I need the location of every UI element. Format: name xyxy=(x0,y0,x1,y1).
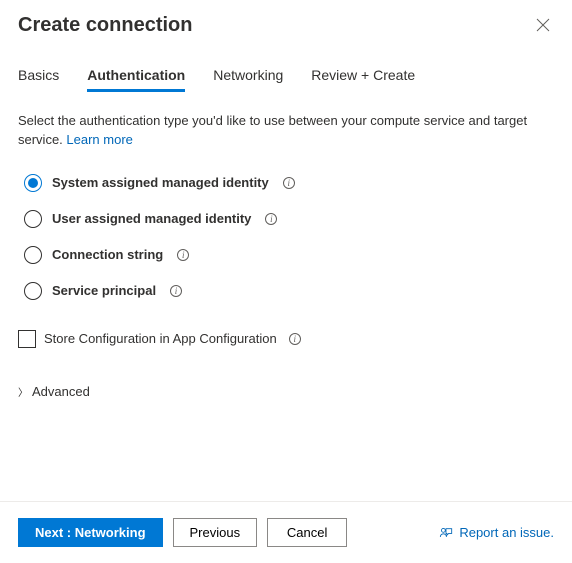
checkbox-label: Store Configuration in App Configuration xyxy=(44,331,277,346)
close-icon xyxy=(536,18,550,32)
learn-more-link[interactable]: Learn more xyxy=(66,132,132,147)
radio-indicator xyxy=(24,174,42,192)
cancel-button[interactable]: Cancel xyxy=(267,518,347,547)
tabs-nav: Basics Authentication Networking Review … xyxy=(18,67,554,92)
radio-label: System assigned managed identity xyxy=(52,175,269,190)
radio-label: Connection string xyxy=(52,247,163,262)
info-icon[interactable]: i xyxy=(289,333,301,345)
report-issue-text: Report an issue. xyxy=(459,525,554,540)
tab-basics[interactable]: Basics xyxy=(18,67,59,92)
tab-review-create[interactable]: Review + Create xyxy=(311,67,415,92)
radio-service-principal[interactable]: Service principal i xyxy=(24,282,554,300)
radio-system-assigned[interactable]: System assigned managed identity i xyxy=(24,174,554,192)
radio-indicator xyxy=(24,246,42,264)
radio-label: Service principal xyxy=(52,283,156,298)
create-connection-panel: Create connection Basics Authentication … xyxy=(0,0,572,563)
auth-description: Select the authentication type you'd lik… xyxy=(18,112,554,150)
tab-networking[interactable]: Networking xyxy=(213,67,283,92)
panel-footer: Next : Networking Previous Cancel Report… xyxy=(18,502,554,563)
advanced-label: Advanced xyxy=(32,384,90,399)
radio-indicator xyxy=(24,210,42,228)
info-icon[interactable]: i xyxy=(265,213,277,225)
info-icon[interactable]: i xyxy=(283,177,295,189)
next-button[interactable]: Next : Networking xyxy=(18,518,163,547)
chevron-right-icon: 〉 xyxy=(18,384,28,399)
panel-title: Create connection xyxy=(18,14,192,37)
info-icon[interactable]: i xyxy=(170,285,182,297)
report-issue-link[interactable]: Report an issue. xyxy=(439,525,554,540)
radio-user-assigned[interactable]: User assigned managed identity i xyxy=(24,210,554,228)
close-button[interactable] xyxy=(532,14,554,39)
info-icon[interactable]: i xyxy=(177,249,189,261)
auth-type-radio-group: System assigned managed identity i User … xyxy=(18,174,554,300)
radio-indicator xyxy=(24,282,42,300)
radio-connection-string[interactable]: Connection string i xyxy=(24,246,554,264)
store-config-checkbox-row[interactable]: Store Configuration in App Configuration… xyxy=(18,330,554,348)
radio-label: User assigned managed identity xyxy=(52,211,251,226)
previous-button[interactable]: Previous xyxy=(173,518,258,547)
tab-authentication[interactable]: Authentication xyxy=(87,67,185,92)
advanced-toggle[interactable]: 〉 Advanced xyxy=(18,384,554,399)
checkbox-indicator xyxy=(18,330,36,348)
feedback-icon xyxy=(439,526,453,540)
panel-header: Create connection xyxy=(18,14,554,39)
